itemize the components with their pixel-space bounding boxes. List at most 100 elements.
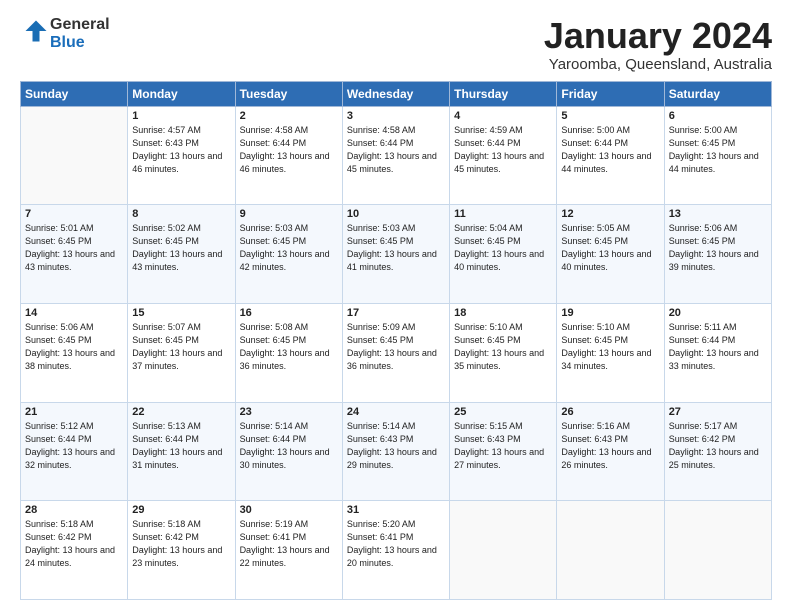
calendar-table: Sunday Monday Tuesday Wednesday Thursday… [20, 81, 772, 600]
table-row: 5 Sunrise: 5:00 AMSunset: 6:44 PMDayligh… [557, 106, 664, 205]
table-row: 2 Sunrise: 4:58 AMSunset: 6:44 PMDayligh… [235, 106, 342, 205]
table-row: 30 Sunrise: 5:19 AMSunset: 6:41 PMDaylig… [235, 501, 342, 600]
day-number: 5 [561, 110, 659, 122]
table-row: 26 Sunrise: 5:16 AMSunset: 6:43 PMDaylig… [557, 402, 664, 501]
day-number: 8 [132, 208, 230, 220]
table-row: 31 Sunrise: 5:20 AMSunset: 6:41 PMDaylig… [342, 501, 449, 600]
day-number: 6 [669, 110, 767, 122]
col-thursday: Thursday [450, 81, 557, 106]
day-number: 18 [454, 307, 552, 319]
day-number: 14 [25, 307, 123, 319]
logo-blue-text: Blue [50, 34, 85, 51]
cell-content: Sunrise: 5:10 AMSunset: 6:45 PMDaylight:… [561, 321, 659, 373]
day-number: 20 [669, 307, 767, 319]
table-row: 10 Sunrise: 5:03 AMSunset: 6:45 PMDaylig… [342, 205, 449, 304]
table-row [557, 501, 664, 600]
cell-content: Sunrise: 5:14 AMSunset: 6:44 PMDaylight:… [240, 420, 338, 472]
table-row: 14 Sunrise: 5:06 AMSunset: 6:45 PMDaylig… [21, 303, 128, 402]
day-number: 2 [240, 110, 338, 122]
calendar-header-row: Sunday Monday Tuesday Wednesday Thursday… [21, 81, 772, 106]
table-row: 12 Sunrise: 5:05 AMSunset: 6:45 PMDaylig… [557, 205, 664, 304]
title-block: January 2024 Yaroomba, Queensland, Austr… [544, 16, 772, 73]
table-row: 23 Sunrise: 5:14 AMSunset: 6:44 PMDaylig… [235, 402, 342, 501]
col-wednesday: Wednesday [342, 81, 449, 106]
cell-content: Sunrise: 5:03 AMSunset: 6:45 PMDaylight:… [347, 222, 445, 274]
table-row: 6 Sunrise: 5:00 AMSunset: 6:45 PMDayligh… [664, 106, 771, 205]
col-tuesday: Tuesday [235, 81, 342, 106]
day-number: 31 [347, 504, 445, 516]
cell-content: Sunrise: 5:03 AMSunset: 6:45 PMDaylight:… [240, 222, 338, 274]
day-number: 12 [561, 208, 659, 220]
day-number: 29 [132, 504, 230, 516]
table-row [664, 501, 771, 600]
table-row: 11 Sunrise: 5:04 AMSunset: 6:45 PMDaylig… [450, 205, 557, 304]
day-number: 15 [132, 307, 230, 319]
day-number: 25 [454, 406, 552, 418]
cell-content: Sunrise: 5:09 AMSunset: 6:45 PMDaylight:… [347, 321, 445, 373]
table-row: 16 Sunrise: 5:08 AMSunset: 6:45 PMDaylig… [235, 303, 342, 402]
day-number: 1 [132, 110, 230, 122]
table-row: 17 Sunrise: 5:09 AMSunset: 6:45 PMDaylig… [342, 303, 449, 402]
cell-content: Sunrise: 5:01 AMSunset: 6:45 PMDaylight:… [25, 222, 123, 274]
table-row: 9 Sunrise: 5:03 AMSunset: 6:45 PMDayligh… [235, 205, 342, 304]
day-number: 3 [347, 110, 445, 122]
logo-text: General Blue [50, 16, 110, 51]
cell-content: Sunrise: 5:11 AMSunset: 6:44 PMDaylight:… [669, 321, 767, 373]
day-number: 16 [240, 307, 338, 319]
logo: General Blue [20, 16, 110, 51]
week-row-4: 21 Sunrise: 5:12 AMSunset: 6:44 PMDaylig… [21, 402, 772, 501]
cell-content: Sunrise: 5:17 AMSunset: 6:42 PMDaylight:… [669, 420, 767, 472]
cell-content: Sunrise: 4:59 AMSunset: 6:44 PMDaylight:… [454, 124, 552, 176]
table-row [21, 106, 128, 205]
cell-content: Sunrise: 5:20 AMSunset: 6:41 PMDaylight:… [347, 518, 445, 570]
col-monday: Monday [128, 81, 235, 106]
cell-content: Sunrise: 5:13 AMSunset: 6:44 PMDaylight:… [132, 420, 230, 472]
table-row: 27 Sunrise: 5:17 AMSunset: 6:42 PMDaylig… [664, 402, 771, 501]
day-number: 28 [25, 504, 123, 516]
header: General Blue January 2024 Yaroomba, Quee… [20, 16, 772, 73]
cell-content: Sunrise: 5:05 AMSunset: 6:45 PMDaylight:… [561, 222, 659, 274]
day-number: 27 [669, 406, 767, 418]
table-row: 15 Sunrise: 5:07 AMSunset: 6:45 PMDaylig… [128, 303, 235, 402]
calendar-page: General Blue January 2024 Yaroomba, Quee… [0, 0, 792, 612]
table-row: 13 Sunrise: 5:06 AMSunset: 6:45 PMDaylig… [664, 205, 771, 304]
logo-general-text: General [50, 16, 110, 33]
day-number: 23 [240, 406, 338, 418]
day-number: 30 [240, 504, 338, 516]
cell-content: Sunrise: 5:02 AMSunset: 6:45 PMDaylight:… [132, 222, 230, 274]
cell-content: Sunrise: 5:08 AMSunset: 6:45 PMDaylight:… [240, 321, 338, 373]
cell-content: Sunrise: 5:10 AMSunset: 6:45 PMDaylight:… [454, 321, 552, 373]
table-row: 25 Sunrise: 5:15 AMSunset: 6:43 PMDaylig… [450, 402, 557, 501]
week-row-2: 7 Sunrise: 5:01 AMSunset: 6:45 PMDayligh… [21, 205, 772, 304]
table-row [450, 501, 557, 600]
table-row: 8 Sunrise: 5:02 AMSunset: 6:45 PMDayligh… [128, 205, 235, 304]
table-row: 21 Sunrise: 5:12 AMSunset: 6:44 PMDaylig… [21, 402, 128, 501]
day-number: 4 [454, 110, 552, 122]
table-row: 18 Sunrise: 5:10 AMSunset: 6:45 PMDaylig… [450, 303, 557, 402]
day-number: 7 [25, 208, 123, 220]
cell-content: Sunrise: 5:07 AMSunset: 6:45 PMDaylight:… [132, 321, 230, 373]
day-number: 22 [132, 406, 230, 418]
week-row-3: 14 Sunrise: 5:06 AMSunset: 6:45 PMDaylig… [21, 303, 772, 402]
col-friday: Friday [557, 81, 664, 106]
cell-content: Sunrise: 5:00 AMSunset: 6:45 PMDaylight:… [669, 124, 767, 176]
day-number: 26 [561, 406, 659, 418]
table-row: 7 Sunrise: 5:01 AMSunset: 6:45 PMDayligh… [21, 205, 128, 304]
cell-content: Sunrise: 5:18 AMSunset: 6:42 PMDaylight:… [132, 518, 230, 570]
day-number: 21 [25, 406, 123, 418]
week-row-5: 28 Sunrise: 5:18 AMSunset: 6:42 PMDaylig… [21, 501, 772, 600]
cell-content: Sunrise: 5:15 AMSunset: 6:43 PMDaylight:… [454, 420, 552, 472]
day-number: 13 [669, 208, 767, 220]
table-row: 22 Sunrise: 5:13 AMSunset: 6:44 PMDaylig… [128, 402, 235, 501]
col-sunday: Sunday [21, 81, 128, 106]
table-row: 29 Sunrise: 5:18 AMSunset: 6:42 PMDaylig… [128, 501, 235, 600]
table-row: 3 Sunrise: 4:58 AMSunset: 6:44 PMDayligh… [342, 106, 449, 205]
cell-content: Sunrise: 5:04 AMSunset: 6:45 PMDaylight:… [454, 222, 552, 274]
table-row: 20 Sunrise: 5:11 AMSunset: 6:44 PMDaylig… [664, 303, 771, 402]
cell-content: Sunrise: 5:16 AMSunset: 6:43 PMDaylight:… [561, 420, 659, 472]
week-row-1: 1 Sunrise: 4:57 AMSunset: 6:43 PMDayligh… [21, 106, 772, 205]
day-number: 9 [240, 208, 338, 220]
table-row: 24 Sunrise: 5:14 AMSunset: 6:43 PMDaylig… [342, 402, 449, 501]
cell-content: Sunrise: 5:14 AMSunset: 6:43 PMDaylight:… [347, 420, 445, 472]
month-title: January 2024 [544, 16, 772, 56]
